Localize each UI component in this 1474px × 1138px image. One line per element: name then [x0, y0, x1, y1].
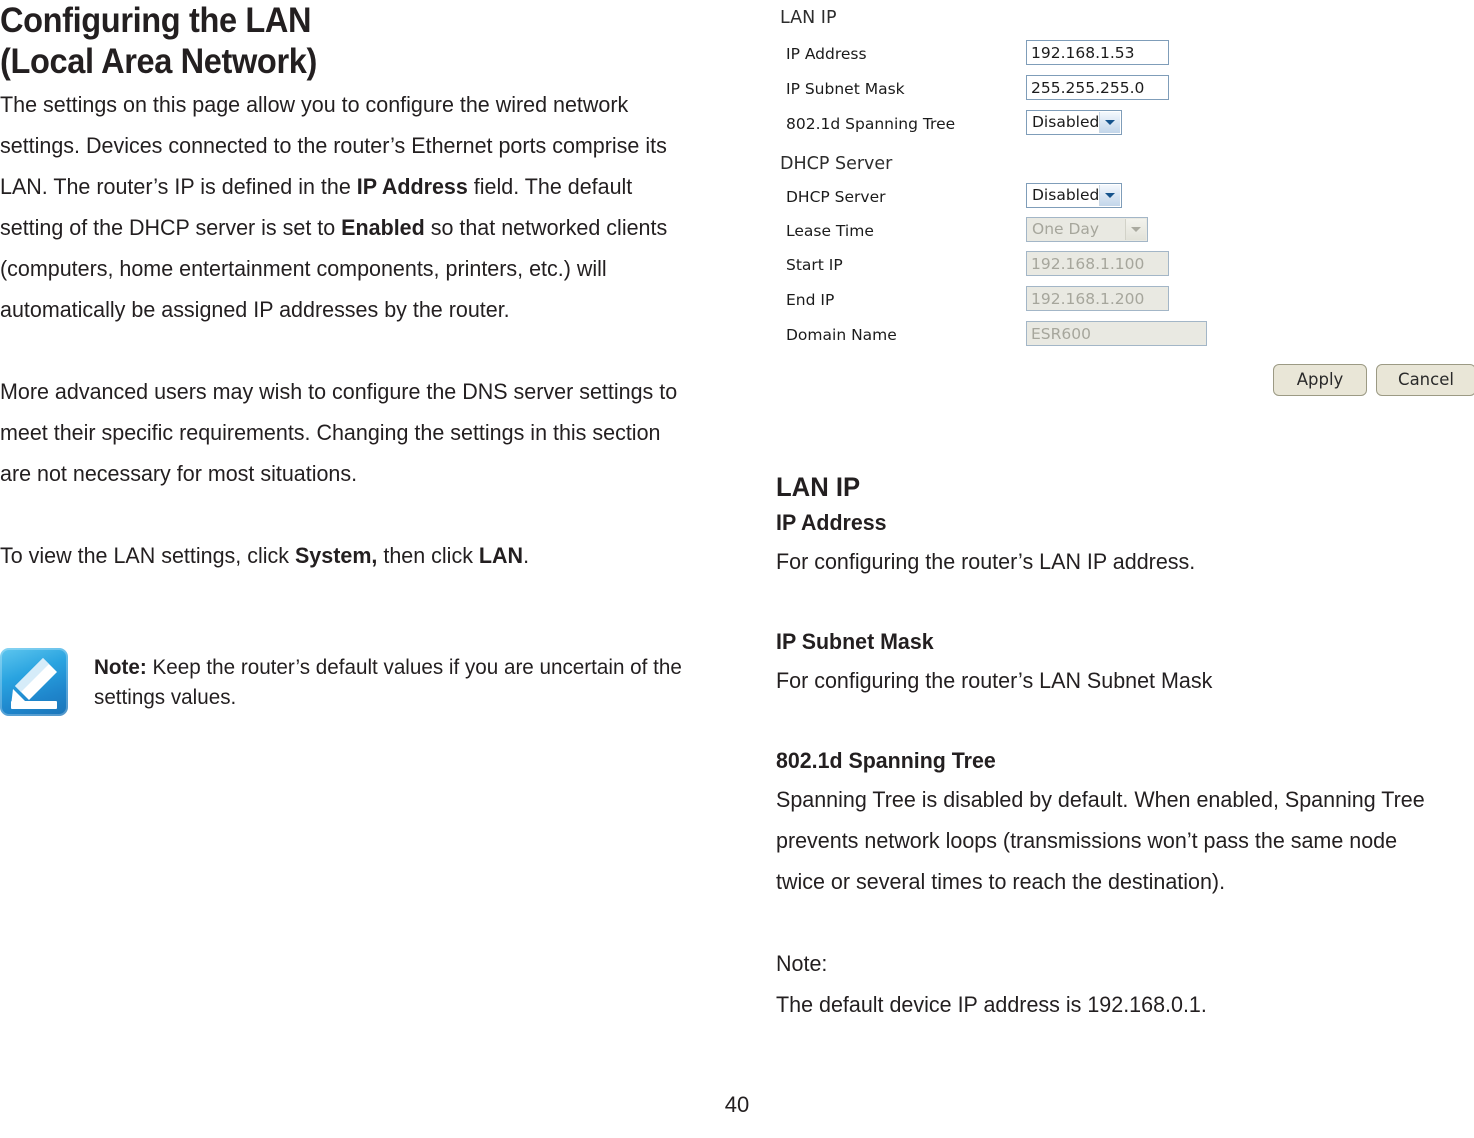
navigation-paragraph: To view the LAN settings, click System, …	[0, 535, 693, 576]
right-spacer-1	[776, 582, 1474, 623]
navigation-paragraph-part-2: then click	[377, 543, 479, 568]
right-body-ip-address: For configuring the router’s LAN IP addr…	[776, 549, 1196, 574]
screenshot-ip-subnet-mask-input[interactable]: 255.255.255.0	[1026, 75, 1169, 100]
screenshot-spanning-tree-selected-value: Disabled	[1032, 113, 1100, 131]
screenshot-spanning-tree-select[interactable]: Disabled	[1026, 110, 1122, 135]
chevron-down-icon[interactable]	[1125, 219, 1146, 240]
screenshot-domain-name-label: Domain Name	[786, 326, 897, 344]
intro-paragraph: The settings on this page allow you to c…	[0, 84, 693, 330]
screenshot-end-ip-input[interactable]: 192.168.1.200	[1026, 286, 1169, 311]
right-spacer-3	[776, 902, 1474, 943]
screenshot-ip-address-input[interactable]: 192.168.1.53	[1026, 40, 1169, 65]
intro-paragraph-bold-ip-address: IP Address	[356, 174, 468, 199]
right-heading-ip-address: IP Address	[776, 510, 887, 535]
note-body: Keep the router’s default values if you …	[94, 655, 682, 709]
chevron-down-icon[interactable]	[1099, 185, 1120, 206]
screenshot-dhcp-server-section-title: DHCP Server	[780, 154, 893, 174]
note-text: Note: Keep the router’s default values i…	[94, 648, 701, 712]
navigation-paragraph-part-1: To view the LAN settings, click	[0, 543, 295, 568]
right-section-heading: LAN IP	[776, 472, 861, 502]
paragraph-spacer-2	[0, 494, 726, 535]
page-number: 40	[724, 1092, 750, 1117]
right-body-ip-subnet-mask: For configuring the router’s LAN Subnet …	[776, 668, 1213, 693]
screenshot-lease-time-select[interactable]: One Day	[1026, 217, 1148, 242]
right-body-spanning-tree: Spanning Tree is disabled by default. Wh…	[776, 787, 1425, 894]
screenshot-ip-subnet-mask-label: IP Subnet Mask	[786, 80, 905, 98]
screenshot-start-ip-input[interactable]: 192.168.1.100	[1026, 251, 1169, 276]
right-spacer-2	[776, 701, 1474, 742]
screenshot-lease-time-selected-value: One Day	[1032, 220, 1100, 238]
note-callout: Note: Keep the router’s default values i…	[0, 648, 726, 716]
navigation-bold-system: System,	[294, 543, 378, 568]
screenshot-start-ip-label: Start IP	[786, 256, 843, 274]
note-label: Note:	[94, 655, 147, 679]
right-note-body: The default device IP address is 192.168…	[776, 992, 1207, 1017]
chevron-down-icon[interactable]	[1099, 112, 1120, 133]
router-web-ui-screenshot: LAN IP IP Address 192.168.1.53 IP Subnet…	[736, 0, 1474, 400]
pencil-note-icon	[0, 648, 68, 716]
screenshot-spanning-tree-label: 802.1d Spanning Tree	[786, 115, 956, 133]
screenshot-apply-button[interactable]: Apply	[1273, 364, 1367, 396]
screenshot-dhcp-server-select[interactable]: Disabled	[1026, 183, 1122, 208]
screenshot-dhcp-server-selected-value: Disabled	[1032, 186, 1100, 204]
right-heading-spanning-tree: 802.1d Spanning Tree	[776, 748, 996, 773]
screenshot-lease-time-label: Lease Time	[786, 222, 874, 240]
paragraph-spacer-1	[0, 330, 726, 371]
right-note-label: Note:	[776, 951, 828, 976]
navigation-paragraph-part-3: .	[523, 543, 530, 568]
screenshot-dhcp-server-label: DHCP Server	[786, 188, 886, 206]
screenshot-ip-address-label: IP Address	[786, 45, 867, 63]
right-heading-ip-subnet-mask: IP Subnet Mask	[776, 629, 934, 654]
navigation-bold-lan: LAN	[478, 543, 524, 568]
screenshot-end-ip-label: End IP	[786, 291, 835, 309]
right-text-column: LAN IP IP Address For configuring the ro…	[776, 470, 1474, 1025]
screenshot-domain-name-input[interactable]: ESR600	[1026, 321, 1207, 346]
left-text-column: Configuring the LAN (Local Area Network)…	[0, 0, 726, 576]
screenshot-cancel-button[interactable]: Cancel	[1376, 364, 1474, 396]
intro-paragraph-bold-enabled: Enabled	[341, 215, 425, 240]
page-title-line-1: Configuring the LAN	[0, 1, 312, 40]
page-title: Configuring the LAN (Local Area Network)	[0, 0, 675, 82]
screenshot-lan-ip-section-title: LAN IP	[780, 8, 837, 28]
page-title-line-2: (Local Area Network)	[0, 42, 317, 81]
dns-paragraph: More advanced users may wish to configur…	[0, 379, 678, 486]
